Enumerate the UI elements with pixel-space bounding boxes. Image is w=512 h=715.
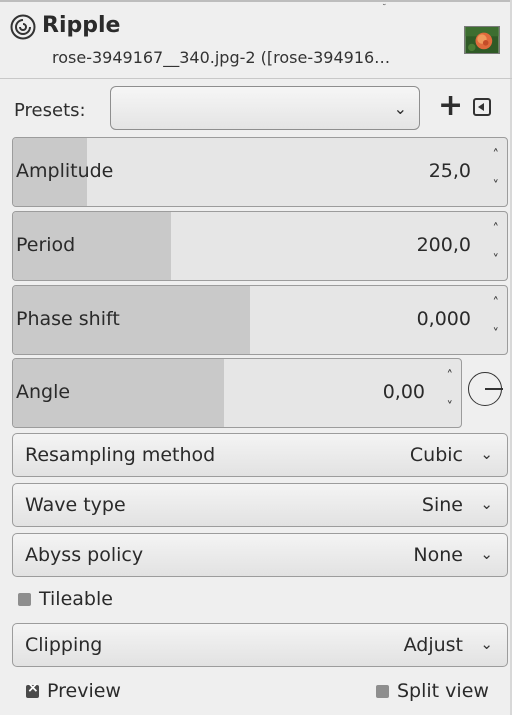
tileable-checkbox[interactable]: Tileable — [18, 588, 113, 610]
increment-icon[interactable]: ˄ — [493, 222, 500, 237]
angle-dial-icon[interactable] — [468, 372, 503, 406]
image-name: rose-3949167__340.jpg-2 ([rose-394916… — [52, 48, 391, 67]
period-value[interactable]: 200,0 — [417, 234, 471, 256]
decrement-icon[interactable]: ˅ — [447, 400, 454, 415]
angle-label: Angle — [16, 381, 71, 403]
increment-icon[interactable]: ˄ — [447, 369, 454, 384]
wave-type-value: Sine — [421, 494, 463, 516]
angle-value[interactable]: 0,00 — [383, 381, 425, 403]
tileable-label: Tileable — [39, 588, 113, 610]
dialog-title: Ripple — [42, 13, 121, 38]
chevron-down-icon: ⌄ — [480, 495, 493, 513]
presets-label: Presets: — [14, 100, 86, 121]
decrement-icon[interactable]: ˅ — [493, 179, 500, 194]
amplitude-value[interactable]: 25,0 — [429, 160, 471, 182]
decrement-icon[interactable]: ˅ — [493, 327, 500, 342]
increment-icon[interactable]: ˄ — [493, 296, 500, 311]
clipping-dropdown[interactable]: Clipping Adjust ⌄ — [12, 623, 508, 667]
phase-shift-spinscale[interactable]: Phase shift 0,000 ˄ ˅ — [12, 285, 508, 355]
wave-type-dropdown[interactable]: Wave type Sine ⌄ — [12, 483, 508, 527]
period-label: Period — [16, 234, 76, 256]
chevron-down-icon: ⌄ — [393, 99, 407, 118]
decrement-icon[interactable]: ˅ — [493, 253, 500, 268]
abyss-policy-value: None — [413, 544, 463, 566]
chevron-down-icon: ⌄ — [480, 635, 493, 653]
preview-checkbox-box[interactable] — [26, 680, 39, 698]
split-view-label: Split view — [397, 680, 489, 702]
chevron-down-icon: ⌄ — [480, 445, 493, 463]
abyss-policy-label: Abyss policy — [25, 544, 144, 566]
resampling-method-value: Cubic — [409, 444, 463, 466]
split-view-checkbox[interactable]: Split view — [376, 680, 489, 702]
abyss-policy-dropdown[interactable]: Abyss policy None ⌄ — [12, 533, 508, 577]
phase-shift-value[interactable]: 0,000 — [417, 308, 471, 330]
chevron-down-icon: ⌄ — [480, 545, 493, 563]
phase-shift-label: Phase shift — [16, 308, 120, 330]
amplitude-spinscale[interactable]: Amplitude 25,0 ˄ ˅ — [12, 137, 508, 207]
clipping-value: Adjust — [403, 634, 463, 656]
rose-image-thumbnail — [464, 26, 500, 54]
increment-icon[interactable]: ˄ — [493, 148, 500, 163]
preview-label: Preview — [47, 680, 121, 702]
presets-dropdown[interactable]: ⌄ — [110, 86, 420, 130]
dialog-header: Ripple rose-3949167__340.jpg-2 ([rose-39… — [0, 6, 512, 76]
period-spinscale[interactable]: Period 200,0 ˄ ˅ — [12, 211, 508, 281]
split-view-checkbox-box[interactable] — [376, 684, 389, 698]
resampling-method-dropdown[interactable]: Resampling method Cubic ⌄ — [12, 433, 508, 477]
angle-spinscale[interactable]: Angle 0,00 ˄ ˅ — [12, 358, 462, 428]
preview-checkbox[interactable]: Preview — [26, 680, 121, 702]
amplitude-label: Amplitude — [16, 160, 114, 182]
top-border — [0, 0, 512, 2]
ripple-swirl-icon — [10, 14, 36, 40]
wave-type-label: Wave type — [25, 494, 126, 516]
menu-triangle-icon[interactable] — [473, 98, 491, 116]
tileable-checkbox-box[interactable] — [18, 592, 31, 606]
header-separator — [0, 78, 512, 79]
plus-icon[interactable]: + — [438, 88, 463, 124]
clipping-label: Clipping — [25, 634, 103, 656]
resampling-method-label: Resampling method — [25, 444, 216, 466]
